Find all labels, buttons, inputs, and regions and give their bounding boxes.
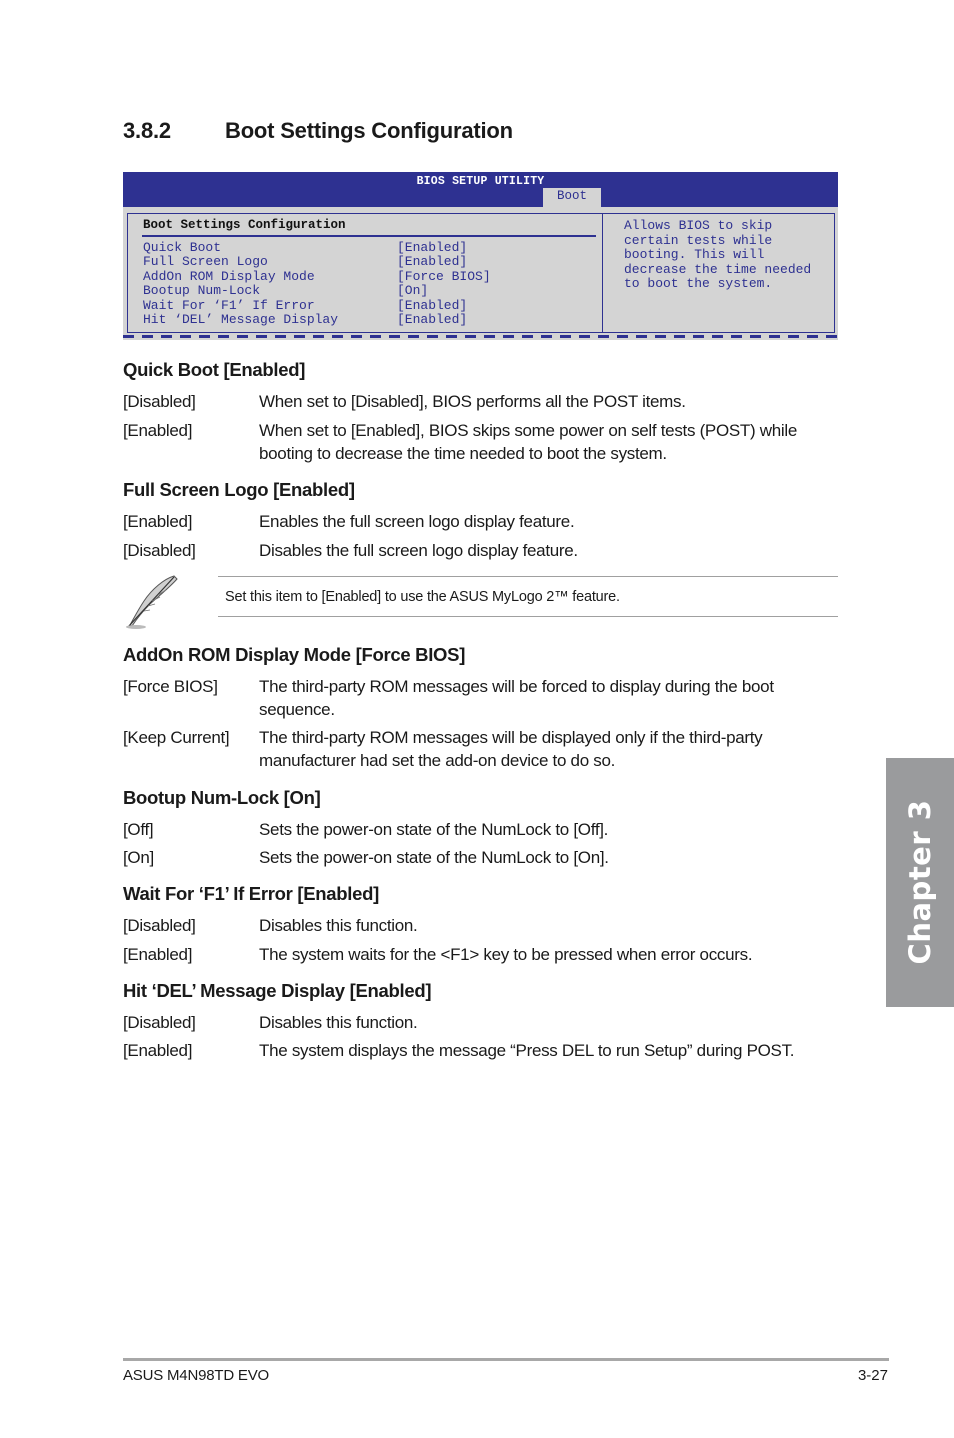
- option-desc: Sets the power-on state of the NumLock t…: [259, 848, 609, 867]
- bios-item-label: Quick Boot: [143, 240, 222, 255]
- note-bottom-rule: [218, 616, 838, 617]
- bios-item-value: [Enabled]: [397, 312, 468, 328]
- option-desc: Enables the full screen logo display fea…: [259, 512, 575, 531]
- option-key: [Disabled]: [123, 1013, 196, 1032]
- bios-item-value: [Enabled]: [397, 297, 468, 313]
- option-key: [Enabled]: [123, 421, 193, 440]
- section-number: 3.8.2: [123, 118, 171, 143]
- chapter-tab: Chapter 3: [886, 758, 954, 1007]
- option-key: [Force BIOS]: [123, 677, 218, 696]
- section-heading: 3.8.2 Boot Settings Configuration: [123, 118, 513, 144]
- note-top-rule: [218, 576, 838, 577]
- option-desc: The system displays the message “Press D…: [259, 1041, 795, 1060]
- bios-item-addon-rom-display-mode[interactable]: AddOn ROM Display Mode [Force BIOS]: [143, 268, 491, 284]
- bios-item-label: Wait For ‘F1’ If Error: [143, 297, 315, 313]
- bios-item-value: [Enabled]: [397, 254, 468, 270]
- option-desc: Disables this function.: [259, 1013, 418, 1032]
- bios-item-list: Quick Boot [Enabled] Full Screen Logo [Ena…: [143, 240, 491, 328]
- item-heading-addon-rom: AddOn ROM Display Mode [Force BIOS]: [123, 644, 466, 665]
- bios-help-panel: Allows BIOS to skip certain tests while …: [602, 213, 835, 333]
- option-key: [Off]: [123, 820, 154, 839]
- footer-rule: [123, 1358, 889, 1361]
- option-key: [Enabled]: [123, 945, 193, 964]
- option-desc: The system waits for the <F1> key to be …: [259, 945, 753, 964]
- bios-dashed-border: [123, 335, 840, 338]
- section-title: Boot Settings Configuration: [225, 118, 513, 143]
- bios-item-value: [Enabled]: [397, 240, 468, 255]
- option-desc: When set to [Disabled], BIOS performs al…: [259, 392, 686, 411]
- bios-screenshot: BIOS SETUP UTILITY Boot Boot Settings Co…: [123, 172, 840, 340]
- footer-page-number: 3-27: [857, 1367, 888, 1384]
- option-key: [Disabled]: [123, 392, 196, 411]
- chapter-label: Chapter 3: [903, 799, 937, 965]
- item-heading-num-lock: Bootup Num-Lock [On]: [123, 787, 321, 808]
- bios-item-quick-boot[interactable]: Quick Boot [Enabled]: [143, 240, 491, 255]
- note-text: Set this item to [Enabled] to use the AS…: [225, 589, 620, 605]
- bios-item-value: [On]: [397, 283, 429, 299]
- item-heading-quick-boot: Quick Boot [Enabled]: [123, 359, 306, 380]
- bios-divider: [142, 235, 596, 237]
- feather-pen-icon: [126, 575, 178, 629]
- bios-title: BIOS SETUP UTILITY: [416, 175, 545, 188]
- option-desc: Disables the full screen logo display fe…: [259, 541, 578, 560]
- option-key: [Enabled]: [123, 512, 193, 531]
- option-desc: The third-party ROM messages will be for…: [259, 677, 774, 719]
- option-key: [Disabled]: [123, 541, 196, 560]
- bios-main-panel: Boot Settings Configuration Quick Boot [E…: [127, 213, 602, 333]
- bios-item-label: AddOn ROM Display Mode: [143, 268, 315, 284]
- item-heading-wait-f1: Wait For ‘F1’ If Error [Enabled]: [123, 883, 379, 904]
- option-key: [Enabled]: [123, 1041, 193, 1060]
- item-heading-full-screen-logo: Full Screen Logo [Enabled]: [123, 479, 355, 500]
- bios-item-label: Bootup Num-Lock: [143, 283, 261, 299]
- bios-item-label: Full Screen Logo: [143, 254, 268, 270]
- bios-tab-boot[interactable]: Boot: [543, 188, 601, 207]
- option-key: [Disabled]: [123, 916, 196, 935]
- option-key: [Keep Current]: [123, 728, 230, 747]
- bios-item-bootup-num-lock[interactable]: Bootup Num-Lock [On]: [143, 283, 491, 299]
- option-key: [On]: [123, 848, 154, 867]
- option-desc: The third-party ROM messages will be dis…: [259, 728, 763, 770]
- bios-panel-title: Boot Settings Configuration: [143, 218, 346, 232]
- option-desc: Sets the power-on state of the NumLock t…: [259, 820, 609, 839]
- bios-item-full-screen-logo[interactable]: Full Screen Logo [Enabled]: [143, 254, 491, 270]
- option-desc: Disables this function.: [259, 916, 418, 935]
- bios-item-value: [Force BIOS]: [397, 268, 491, 284]
- bios-header: BIOS SETUP UTILITY Boot: [123, 172, 838, 207]
- bios-help-text: Allows BIOS to skip certain tests while …: [624, 218, 812, 292]
- item-heading-hit-del: Hit ‘DEL’ Message Display [Enabled]: [123, 980, 432, 1001]
- bios-item-label: Hit ‘DEL’ Message Display: [143, 312, 339, 328]
- footer-product: ASUS M4N98TD EVO: [123, 1367, 270, 1384]
- bios-item-wait-for-f1[interactable]: Wait For ‘F1’ If Error [Enabled]: [143, 297, 491, 313]
- option-desc: When set to [Enabled], BIOS skips some p…: [259, 421, 798, 463]
- bios-item-hit-del-message[interactable]: Hit ‘DEL’ Message Display [Enabled]: [143, 312, 491, 328]
